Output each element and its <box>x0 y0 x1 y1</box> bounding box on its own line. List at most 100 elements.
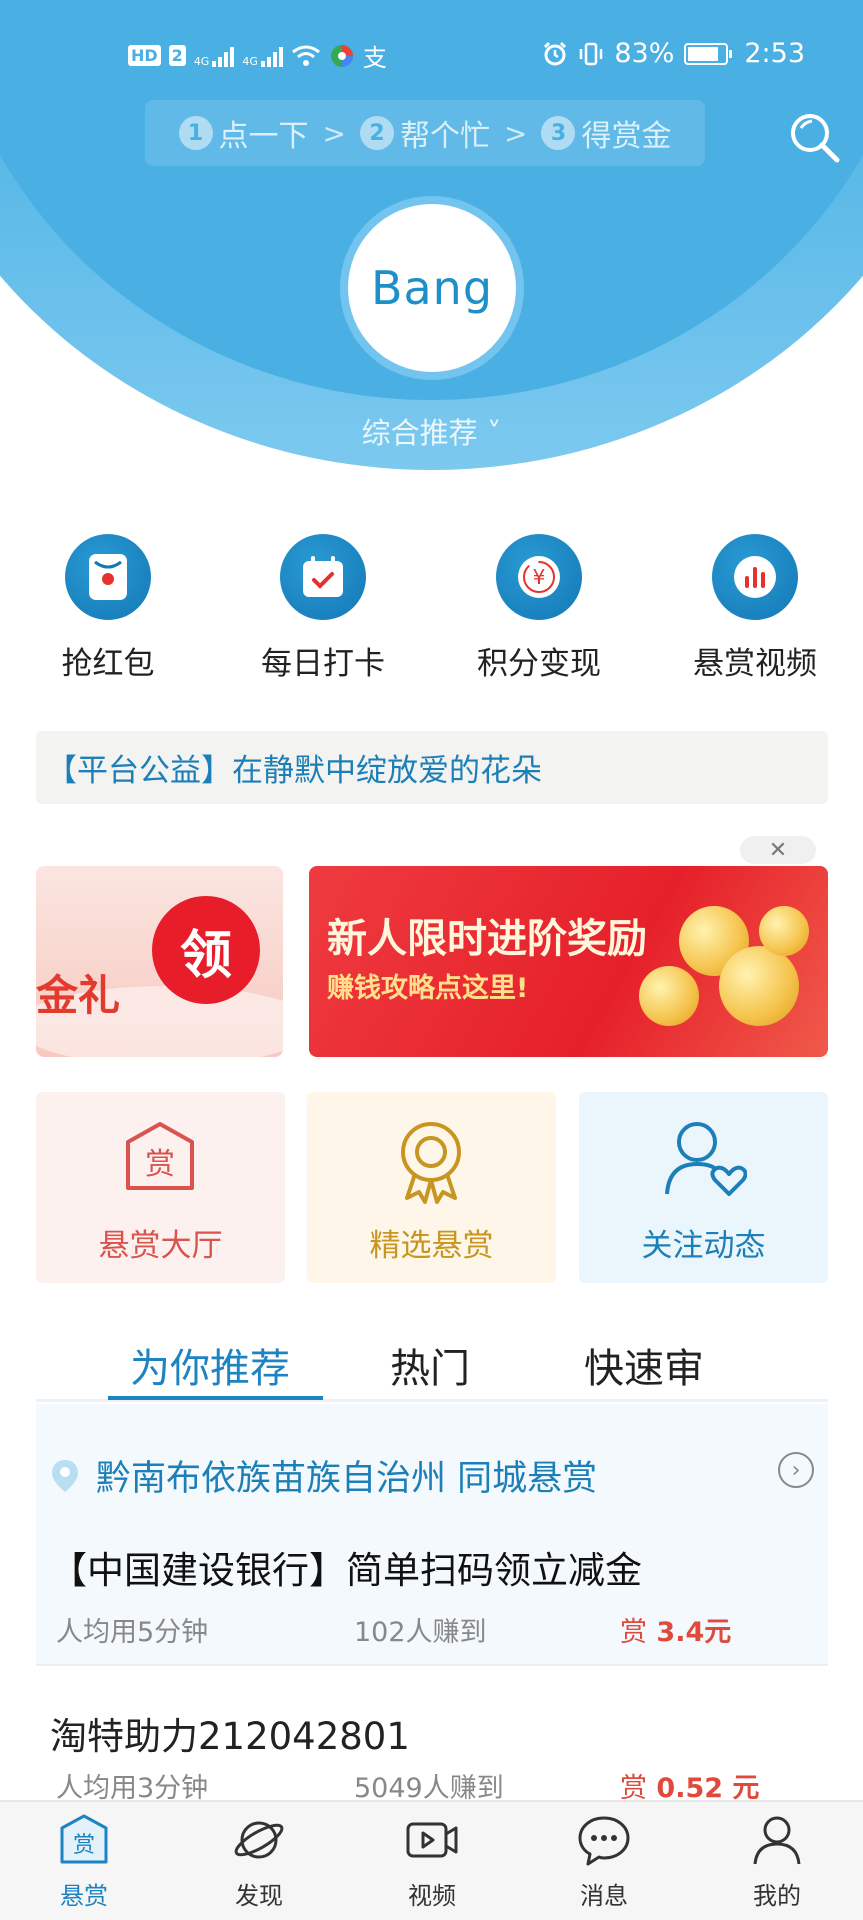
coin-decoration <box>719 946 799 1026</box>
task-title[interactable]: 淘特助力212042801 <box>50 1706 410 1760</box>
signal-icon: 4G <box>242 45 283 67</box>
quick-action-red-packet[interactable]: 抢红包 <box>18 530 198 683</box>
platform-notice[interactable]: 【平台公益】在静默中绽放爱的花朵 <box>36 731 828 804</box>
promo-banner-new-user[interactable]: 新人限时进阶奖励 赚钱攻略点这里! <box>309 866 828 1057</box>
local-feed-card: 黔南布依族苗族自治州 同城悬赏 › 【中国建设银行】简单扫码领立减金 人均用5分… <box>36 1404 828 1664</box>
wifi-icon <box>291 45 320 66</box>
bottom-nav: 赏 悬赏 发现 视频 消息 我的 <box>0 1800 863 1920</box>
quick-action-label: 积分变现 <box>477 646 601 682</box>
profile-icon <box>753 1816 801 1865</box>
quick-action-checkin[interactable]: 每日打卡 <box>233 530 413 683</box>
battery-icon <box>684 42 733 65</box>
coin-decoration <box>639 966 699 1026</box>
svg-text:¥: ¥ <box>533 565 546 589</box>
quick-action-video[interactable]: 悬赏视频 <box>665 530 845 683</box>
nav-discover[interactable]: 发现 <box>199 1812 319 1911</box>
sim-badge: 2 <box>168 45 186 66</box>
steps-banner: 1 点一下 > 2 帮个忙 > 3 得赏金 <box>145 100 705 166</box>
banner-title: 新人限时进阶奖励 <box>327 916 647 962</box>
step-number: 3 <box>541 116 576 150</box>
nav-messages[interactable]: 消息 <box>544 1812 664 1911</box>
vibrate-icon <box>580 42 603 65</box>
chevron-right-icon: > <box>504 116 528 150</box>
nav-label: 悬赏 <box>60 1882 108 1910</box>
battery-percent: 83% <box>614 38 675 69</box>
user-heart-icon <box>665 1122 747 1196</box>
yuan-exchange-icon: ¥ <box>496 534 582 620</box>
entry-featured[interactable]: 精选悬赏 <box>307 1092 556 1283</box>
step-number: 1 <box>178 116 213 150</box>
entry-label: 关注动态 <box>641 1228 766 1264</box>
nav-label: 我的 <box>753 1882 801 1910</box>
status-left: HD 2 4G 4G 支 <box>128 38 387 73</box>
promo-banner-left[interactable]: 金礼 领 <box>36 866 283 1057</box>
nav-reward[interactable]: 赏 悬赏 <box>24 1812 144 1911</box>
banner-left-text: 金礼 <box>36 971 121 1020</box>
hd-badge: HD <box>128 45 161 66</box>
claim-badge: 领 <box>152 896 260 1004</box>
notice-text: 【平台公益】在静默中绽放爱的花朵 <box>46 753 542 789</box>
reward-amount: 3.4元 <box>656 1617 732 1648</box>
header: HD 2 4G 4G 支 83% 2:53 1 点一下 > 2 帮个忙 > 3 … <box>0 0 863 480</box>
close-icon[interactable]: ✕ <box>740 836 816 864</box>
nav-label: 消息 <box>580 1882 628 1910</box>
quick-action-label: 抢红包 <box>61 646 155 682</box>
task-title[interactable]: 【中国建设银行】简单扫码领立减金 <box>50 1540 642 1594</box>
status-bar: HD 2 4G 4G 支 83% 2:53 <box>0 30 863 80</box>
step-number: 2 <box>360 116 394 150</box>
step-1: 1 点一下 <box>178 111 309 155</box>
entry-reward-hall[interactable]: 赏 悬赏大厅 <box>36 1092 285 1283</box>
quick-action-label: 悬赏视频 <box>693 646 817 682</box>
medal-icon <box>401 1122 461 1204</box>
reward-tab-icon: 赏 <box>60 1814 108 1864</box>
task-earned-count: 102人赚到 <box>354 1617 487 1648</box>
coin-decoration <box>759 906 809 956</box>
quick-action-label: 每日打卡 <box>261 646 385 682</box>
entry-label: 精选悬赏 <box>369 1228 494 1264</box>
search-icon[interactable] <box>787 110 841 164</box>
tab-fast-review[interactable]: 快速审 <box>584 1336 704 1394</box>
nav-video[interactable]: 视频 <box>372 1812 492 1911</box>
feed-tabs: 为你推荐 热门 快速审 <box>36 1330 828 1402</box>
svg-text:赏: 赏 <box>73 1833 95 1858</box>
category-selector[interactable]: 综合推荐 ˅ <box>0 410 863 452</box>
planet-icon <box>234 1821 284 1859</box>
network-type-1: 4G <box>193 54 210 68</box>
step-3: 3 得赏金 <box>541 111 671 155</box>
chat-icon <box>578 1816 630 1866</box>
nav-profile[interactable]: 我的 <box>717 1812 837 1911</box>
entry-label: 悬赏大厅 <box>98 1228 223 1264</box>
tab-hot[interactable]: 热门 <box>390 1336 470 1394</box>
network-type-2: 4G <box>242 54 258 68</box>
active-tab-indicator <box>108 1396 323 1400</box>
location-pin-icon <box>52 1459 78 1492</box>
entry-following[interactable]: 关注动态 <box>579 1092 828 1283</box>
alarm-icon <box>544 41 567 65</box>
tab-recommended[interactable]: 为你推荐 <box>130 1336 290 1394</box>
step-2: 2 帮个忙 <box>360 111 490 155</box>
step-label: 点一下 <box>218 119 309 154</box>
calendar-check-icon <box>280 534 366 620</box>
step-label: 帮个忙 <box>400 119 490 154</box>
chevron-right-icon[interactable]: › <box>778 1452 814 1488</box>
logo-text: Bang <box>370 261 494 315</box>
reward-hall-icon: 赏 <box>126 1122 194 1190</box>
city-header[interactable]: 黔南布依族苗族自治州 同城悬赏 <box>50 1450 597 1501</box>
quick-action-points[interactable]: ¥ 积分变现 <box>449 530 629 683</box>
quick-actions: 抢红包 每日打卡 ¥ 积分变现 悬赏视频 <box>0 530 863 683</box>
alipay-icon: 支 <box>362 44 387 72</box>
divider <box>36 1664 828 1666</box>
banner-subtitle: 赚钱攻略点这里! <box>327 973 529 1004</box>
chevron-right-icon: > <box>322 116 346 150</box>
task-avg-time: 人均用5分钟 <box>56 1617 209 1648</box>
status-right: 83% 2:53 <box>542 38 805 69</box>
app-color-icon <box>330 44 353 67</box>
svg-text:赏: 赏 <box>145 1147 175 1182</box>
bar-chart-icon <box>712 534 798 620</box>
app-logo-ring: Bang <box>340 196 524 380</box>
app-logo: Bang <box>348 204 516 372</box>
nav-label: 视频 <box>408 1882 456 1910</box>
red-packet-icon <box>65 534 151 620</box>
nav-label: 发现 <box>235 1882 283 1910</box>
step-label: 得赏金 <box>581 119 672 154</box>
